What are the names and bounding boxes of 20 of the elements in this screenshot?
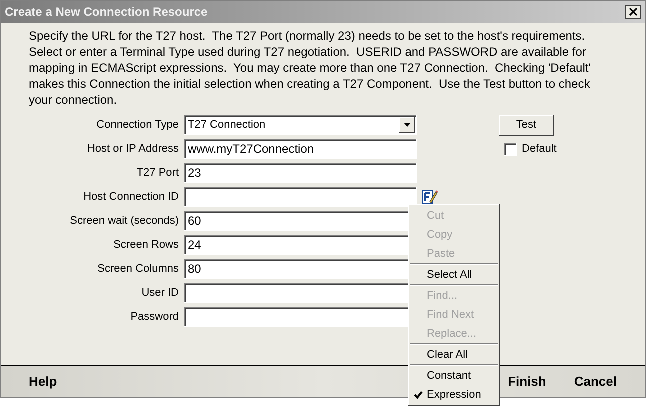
input-field[interactable]: www.myT27Connection	[184, 139, 417, 159]
window-title: Create a New Connection Resource	[5, 5, 208, 19]
menu-item[interactable]: Select All	[409, 265, 499, 284]
test-button[interactable]: Test	[499, 114, 554, 136]
field-label: Connection Type	[96, 119, 179, 131]
field-label: Screen Columns	[96, 263, 179, 275]
field-label: Host or IP Address	[86, 143, 179, 155]
field-label: Password	[130, 311, 179, 323]
field-label: Screen Rows	[112, 239, 179, 251]
menu-item[interactable]: Clear All	[409, 345, 499, 364]
input-field[interactable]: 23	[184, 163, 417, 183]
field-label: Host Connection ID	[82, 191, 179, 203]
dropdown-field[interactable]: T27 Connection	[184, 115, 417, 135]
help-button[interactable]: Help	[15, 372, 72, 391]
checkbox-label: Default	[522, 143, 557, 155]
description-text: Specify the URL for the T27 host. The T27 Port (normally 23) needs to be set to the host's requirements. Select or enter a Terminal Type used during T27 negotiation. USERID and PASSWORD are available for mapping in ECMAScript expressions. You may create more than one T27 Connection. Checking 'Default' makes this Connection the initial selection when creating a T27 Component. Use the Test button to check your connection.	[29, 28, 592, 108]
field-label: User ID	[140, 287, 179, 299]
field-label: Screen wait (seconds)	[69, 215, 179, 227]
footer-button[interactable]: Cancel	[560, 372, 631, 391]
field-label: T27 Port	[136, 167, 179, 179]
